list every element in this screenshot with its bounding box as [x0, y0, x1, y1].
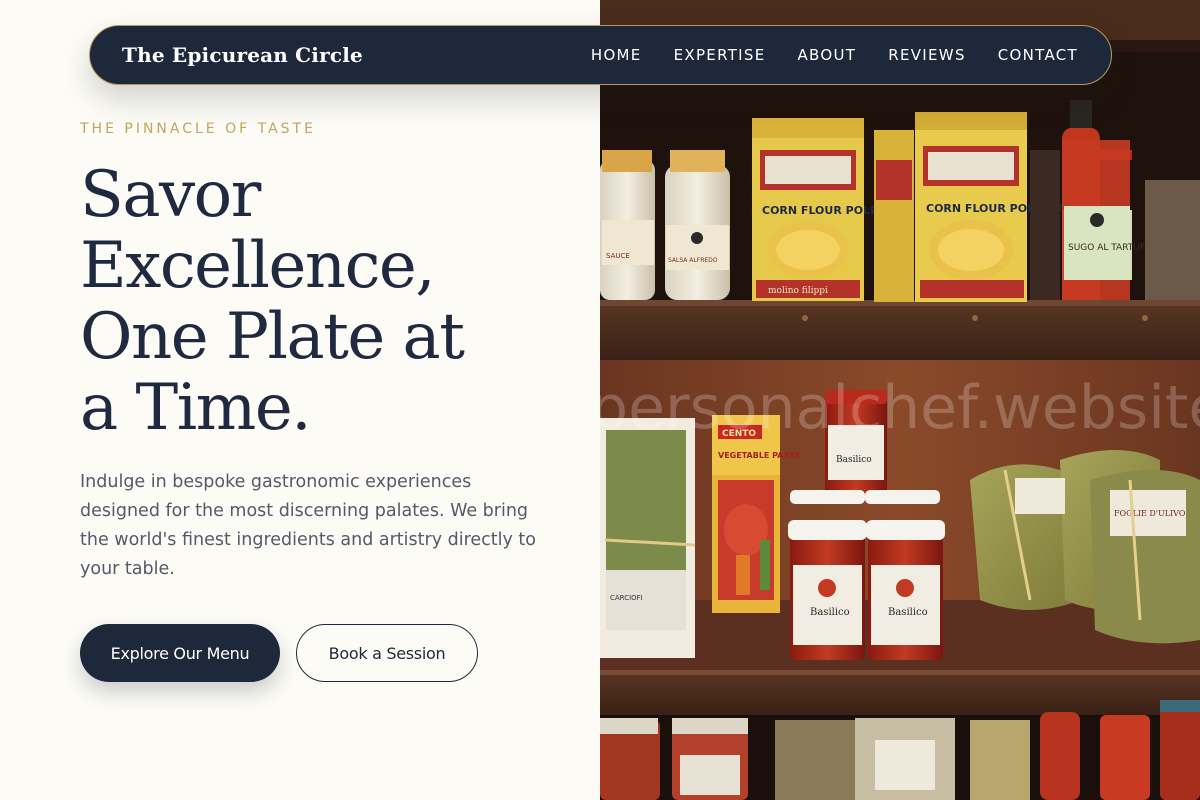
- svg-text:Basilico: Basilico: [810, 607, 850, 618]
- watermark-text: personalchef.website: [600, 373, 1200, 443]
- pantry-illustration: SAUCE SALSA ALFREDO CORN FLOUR POLENTA m…: [600, 0, 1200, 800]
- headline-line: One Plate at: [80, 300, 465, 374]
- svg-text:Basilico: Basilico: [888, 607, 928, 618]
- sugo-label: SUGO AL TARTUFO: [1068, 243, 1152, 253]
- nav-links: HOME EXPERTISE ABOUT REVIEWS CONTACT: [591, 46, 1078, 64]
- headline-line: Savor: [80, 158, 261, 232]
- hero-intro: Indulge in bespoke gastronomic experienc…: [80, 472, 536, 579]
- molino-label: molino filippi: [768, 286, 828, 296]
- top-nav: The Epicurean Circle HOME EXPERTISE ABOU…: [89, 25, 1112, 85]
- nav-home[interactable]: HOME: [591, 46, 642, 64]
- book-session-button[interactable]: Book a Session: [296, 624, 478, 682]
- foglie-label: FOGLIE D'ULIVO: [1114, 509, 1186, 518]
- hero-image-pantry: SAUCE SALSA ALFREDO CORN FLOUR POLENTA m…: [600, 0, 1200, 800]
- svg-text:SAUCE: SAUCE: [606, 252, 630, 260]
- explore-menu-button[interactable]: Explore Our Menu: [80, 624, 280, 682]
- headline-line: a Time.: [80, 371, 312, 445]
- brand-logo[interactable]: The Epicurean Circle: [122, 43, 363, 67]
- nav-reviews[interactable]: REVIEWS: [888, 46, 966, 64]
- hero-eyebrow: THE PINNACLE OF TASTE: [80, 121, 316, 137]
- vegetable-paste-label: VEGETABLE PASTE: [718, 451, 800, 460]
- nav-about[interactable]: ABOUT: [798, 46, 857, 64]
- salsa-label: SALSA ALFREDO: [668, 257, 718, 264]
- headline-line: Excellence,: [80, 229, 436, 303]
- hero-headline: Savor Excellence, One Plate at a Time.: [80, 160, 550, 444]
- basilico-label: Basilico: [836, 455, 872, 465]
- nav-expertise[interactable]: EXPERTISE: [674, 46, 766, 64]
- svg-text:CARCIOFI: CARCIOFI: [610, 594, 643, 602]
- nav-contact[interactable]: CONTACT: [998, 46, 1078, 64]
